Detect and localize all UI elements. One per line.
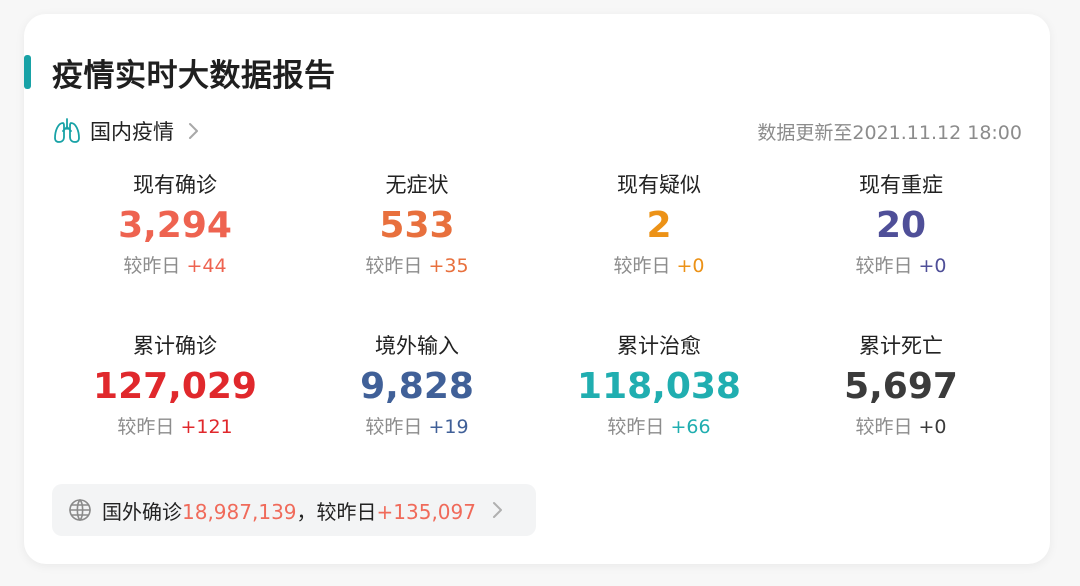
domestic-label: 国内疫情 xyxy=(90,120,174,144)
stat-delta: 较昨日 +35 xyxy=(296,253,538,279)
stat-value: 118,038 xyxy=(577,366,741,407)
delta-prefix: 较昨日 xyxy=(365,255,423,277)
globe-icon xyxy=(68,498,92,522)
stats-grid: 现有确诊 3,294 较昨日 +44 无症状 533 较昨日 +35 现有疑似 2 较昨日 +0… xyxy=(54,170,1024,440)
lungs-icon xyxy=(52,117,82,145)
stat-label: 境外输入 xyxy=(375,334,459,358)
foreign-separator: ， xyxy=(296,499,317,524)
stat-label: 累计确诊 xyxy=(133,334,217,358)
title-accent-bar xyxy=(24,55,31,89)
delta-prefix: 较昨日 xyxy=(365,416,423,438)
delta-value: +121 xyxy=(180,416,233,438)
stat-value: 5,697 xyxy=(844,366,958,407)
stat-label: 累计死亡 xyxy=(859,334,943,358)
stat-value: 2 xyxy=(646,205,672,246)
stat-delta: 较昨日 +0 xyxy=(780,414,1022,440)
stat-cell: 无症状 533 较昨日 +35 xyxy=(296,170,538,279)
stat-value: 9,828 xyxy=(360,366,474,407)
stat-delta: 较昨日 +66 xyxy=(538,414,780,440)
stat-label: 现有疑似 xyxy=(617,173,701,197)
stat-delta: 较昨日 +0 xyxy=(780,253,1022,279)
stat-delta: 较昨日 +19 xyxy=(296,414,538,440)
domestic-header: 国内疫情 数据更新至2021.11.12 18:00 xyxy=(52,114,1022,148)
stat-value: 127,029 xyxy=(93,366,257,407)
stat-delta: 较昨日 +0 xyxy=(538,253,780,279)
chevron-right-icon xyxy=(490,500,504,520)
stat-cell: 现有确诊 3,294 较昨日 +44 xyxy=(54,170,296,279)
stat-cell: 累计治愈 118,038 较昨日 +66 xyxy=(538,331,780,440)
foreign-value: 18,987,139 xyxy=(182,499,297,524)
stat-delta: 较昨日 +44 xyxy=(54,253,296,279)
delta-value: +66 xyxy=(670,416,711,438)
stat-cell: 现有疑似 2 较昨日 +0 xyxy=(538,170,780,279)
stat-label: 累计治愈 xyxy=(617,334,701,358)
stat-value: 20 xyxy=(875,205,927,246)
stat-value: 3,294 xyxy=(118,205,232,246)
stats-row: 现有确诊 3,294 较昨日 +44 无症状 533 较昨日 +35 现有疑似 2 较昨日 +0… xyxy=(54,170,1024,279)
stats-row: 累计确诊 127,029 较昨日 +121 境外输入 9,828 较昨日 +19 累计治愈 1… xyxy=(54,331,1024,440)
delta-prefix: 较昨日 xyxy=(613,255,671,277)
stat-cell: 现有重症 20 较昨日 +0 xyxy=(780,170,1022,279)
delta-value: +0 xyxy=(918,416,947,438)
delta-value: +0 xyxy=(918,255,947,277)
foreign-cases-bar[interactable]: 国外确诊18,987,139，较昨日+135,097 xyxy=(52,484,536,536)
foreign-cases-text: 国外确诊18,987,139，较昨日+135,097 xyxy=(102,496,476,525)
delta-value: +0 xyxy=(676,255,705,277)
stat-label: 无症状 xyxy=(385,173,449,197)
chevron-right-icon xyxy=(186,121,200,141)
update-timestamp: 数据更新至2021.11.12 18:00 xyxy=(757,121,1022,144)
page-title: 疫情实时大数据报告 xyxy=(52,57,336,94)
stat-cell: 累计死亡 5,697 较昨日 +0 xyxy=(780,331,1022,440)
stat-cell: 累计确诊 127,029 较昨日 +121 xyxy=(54,331,296,440)
foreign-delta-prefix: 较昨日 xyxy=(316,499,377,524)
title-row: 疫情实时大数据报告 xyxy=(24,52,336,94)
stat-value: 533 xyxy=(379,205,455,246)
delta-prefix: 较昨日 xyxy=(607,416,665,438)
delta-prefix: 较昨日 xyxy=(117,416,175,438)
stat-cell: 境外输入 9,828 较昨日 +19 xyxy=(296,331,538,440)
domestic-link[interactable]: 国内疫情 xyxy=(52,116,200,146)
delta-value: +35 xyxy=(428,255,469,277)
stat-label: 现有重症 xyxy=(859,173,943,197)
foreign-delta: +135,097 xyxy=(376,499,476,524)
delta-value: +44 xyxy=(186,255,227,277)
delta-prefix: 较昨日 xyxy=(855,416,913,438)
delta-prefix: 较昨日 xyxy=(123,255,181,277)
foreign-label: 国外确诊 xyxy=(102,499,182,524)
stat-delta: 较昨日 +121 xyxy=(54,414,296,440)
stat-label: 现有确诊 xyxy=(133,173,217,197)
delta-value: +19 xyxy=(428,416,469,438)
delta-prefix: 较昨日 xyxy=(855,255,913,277)
epidemic-report-card: 疫情实时大数据报告 国内疫情 数据更新至2021.11.12 18:00 现有确… xyxy=(24,14,1050,564)
